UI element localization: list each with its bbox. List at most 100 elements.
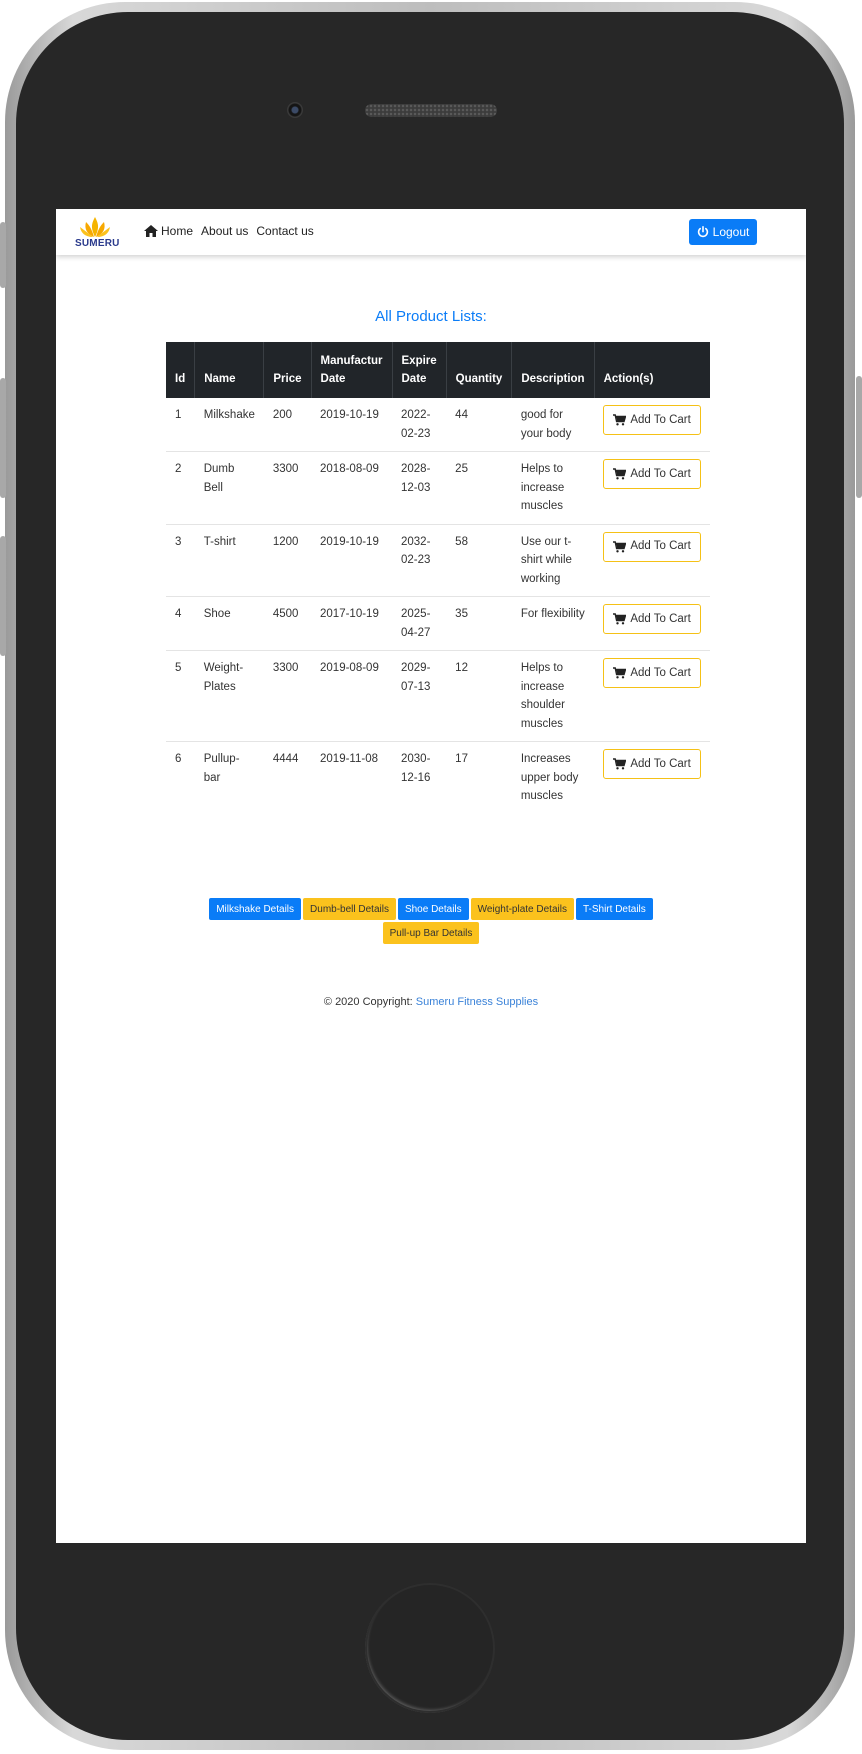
cell-name: T-shirt — [194, 523, 264, 597]
logout-button[interactable]: Logout — [689, 219, 757, 245]
add-to-cart-button[interactable]: Add To Cart — [603, 604, 702, 634]
cell-description: Helps to increase muscles — [511, 451, 595, 524]
add-to-cart-button[interactable]: Add To Cart — [603, 749, 702, 779]
cart-icon — [613, 414, 627, 426]
cell-price: 1200 — [263, 523, 312, 597]
phone-home-button[interactable] — [365, 1583, 495, 1713]
cart-icon — [613, 667, 627, 679]
add-to-cart-label: Add To Cart — [630, 540, 691, 553]
details-buttons: Milkshake Details Dumb-bell Details Shoe D… — [186, 898, 676, 946]
add-to-cart-label: Add To Cart — [630, 467, 691, 480]
cell-actions: Add To Cart — [594, 398, 710, 452]
nav-about-link[interactable]: About us — [201, 224, 248, 238]
header-id: Id — [166, 342, 196, 398]
details-button-milkshake-details[interactable]: Milkshake Details — [209, 898, 302, 920]
cell-expire-date: 2030-12-16 — [392, 741, 447, 814]
brand-logo-text: SUMERU — [75, 238, 120, 249]
cell-name: Pullup-bar — [194, 741, 264, 814]
logout-label: Logout — [712, 225, 750, 239]
cell-price: 3300 — [263, 650, 312, 742]
cell-price: 200 — [272, 409, 293, 421]
add-to-cart-label: Add To Cart — [630, 612, 691, 625]
header-quantity: Quantity — [446, 342, 513, 398]
flame-logo-icon — [80, 217, 110, 237]
cell-description: Increases upper body muscles — [511, 741, 595, 814]
cell-quantity: 12 — [446, 650, 512, 742]
home-icon — [144, 225, 158, 237]
cart-icon — [613, 613, 627, 625]
brand-logo[interactable]: SUMERU — [75, 215, 120, 249]
volume-down-button — [0, 536, 6, 656]
table-row: 4 Shoe 4500 2017-10-19 2025-04-27 35 For flexi… — [166, 596, 711, 651]
power-icon — [697, 226, 708, 238]
cart-icon — [613, 468, 627, 480]
cell-description: For flexibility — [511, 596, 595, 651]
add-to-cart-button[interactable]: Add To Cart — [603, 658, 702, 688]
header-price: Price — [263, 342, 312, 398]
cell-expire-date: 2025-04-27 — [392, 596, 447, 651]
details-button-shoe-details[interactable]: Shoe Details — [397, 898, 469, 920]
footer: © 2020 Copyright: Sumeru Fitness Supplie… — [56, 996, 806, 1008]
cell-quantity: 44 — [455, 409, 468, 421]
cart-icon — [613, 758, 627, 770]
cell-description: good for your body — [520, 409, 572, 440]
cell-quantity: 25 — [446, 451, 512, 524]
header-actions: Action(s) — [594, 342, 711, 398]
cell-manufacture-date: 2019-10-19 — [320, 409, 379, 421]
add-to-cart-button[interactable]: Add To Cart — [603, 459, 702, 489]
cell-actions: Add To Cart — [594, 741, 711, 814]
cell-price: 4444 — [263, 741, 312, 814]
cell-id: 4 — [166, 596, 195, 651]
details-button-dumb-bell-details[interactable]: Dumb-bell Details — [303, 898, 396, 920]
cell-description: Use our t-shirt while working — [511, 523, 595, 597]
footer-copyright: © 2020 Copyright: — [323, 996, 413, 1008]
page-title: All Product Lists: — [375, 308, 487, 325]
cell-expire-date: 2028-12-03 — [392, 451, 447, 524]
cell-manufacture-date: 2017-10-19 — [311, 596, 392, 651]
cell-expire-date: 2032-02-23 — [392, 523, 447, 597]
cell-id: 3 — [166, 523, 195, 597]
cell-manufacture-date: 2019-08-09 — [311, 650, 392, 742]
details-button-t-shirt-details[interactable]: T-Shirt Details — [575, 898, 653, 920]
cell-price: 4500 — [263, 596, 312, 651]
details-button-weight-plate-details[interactable]: Weight-plate Details — [470, 898, 574, 920]
header-expire-date: Expire Date — [392, 342, 447, 398]
mute-switch — [0, 222, 6, 288]
table-row: 3 T-shirt 1200 2019-10-19 2032-02-23 58 Use ou… — [166, 523, 711, 597]
nav-contact-link[interactable]: Contact us — [256, 224, 313, 238]
nav-home-link[interactable]: Home — [144, 224, 193, 238]
cell-actions: Add To Cart — [594, 596, 711, 651]
cell-manufacture-date: 2018-08-09 — [311, 451, 392, 524]
add-to-cart-label: Add To Cart — [630, 666, 691, 679]
table-row: 2 Dumb Bell 3300 2018-08-09 2028-12-03 25 Help… — [166, 451, 711, 524]
table-row: 1 Milkshake 200 2019-10-19 2022-02-23 44 good … — [166, 398, 710, 452]
cell-id: 6 — [166, 741, 195, 814]
cell-price: 3300 — [263, 451, 312, 524]
cell-id: 1 — [175, 409, 182, 421]
add-to-cart-label: Add To Cart — [630, 757, 691, 770]
cell-actions: Add To Cart — [594, 650, 711, 742]
add-to-cart-label: Add To Cart — [630, 413, 691, 426]
cell-name: Shoe — [194, 596, 264, 651]
details-button-pull-up-bar-details[interactable]: Pull-up Bar Details — [382, 922, 480, 944]
nav-home-label: Home — [161, 224, 194, 238]
product-table: Id Name Price Manufactur Date Expire Dat… — [166, 342, 711, 814]
cell-quantity: 35 — [446, 596, 512, 651]
front-camera — [287, 102, 303, 118]
cell-manufacture-date: 2019-10-19 — [311, 523, 392, 597]
navbar: SUMERU Home About us Contact us Logout — [56, 209, 806, 255]
add-to-cart-button[interactable]: Add To Cart — [603, 405, 702, 435]
volume-up-button — [0, 378, 6, 498]
cell-actions: Add To Cart — [594, 523, 711, 597]
cell-name: Milkshake — [203, 409, 255, 421]
cart-icon — [613, 540, 627, 552]
cell-id: 2 — [166, 451, 195, 524]
footer-brand-link[interactable]: Sumeru Fitness Supplies — [416, 996, 538, 1008]
table-header-row: Id Name Price Manufactur Date Expire Dat… — [166, 342, 711, 398]
table-row: 5 Weight-Plates 3300 2019-08-09 2029-07-13 12… — [166, 650, 711, 742]
cell-name: Weight-Plates — [194, 650, 264, 742]
cell-actions: Add To Cart — [594, 451, 711, 524]
cell-quantity: 58 — [446, 523, 512, 597]
add-to-cart-button[interactable]: Add To Cart — [603, 531, 702, 562]
cell-id: 5 — [166, 650, 195, 742]
